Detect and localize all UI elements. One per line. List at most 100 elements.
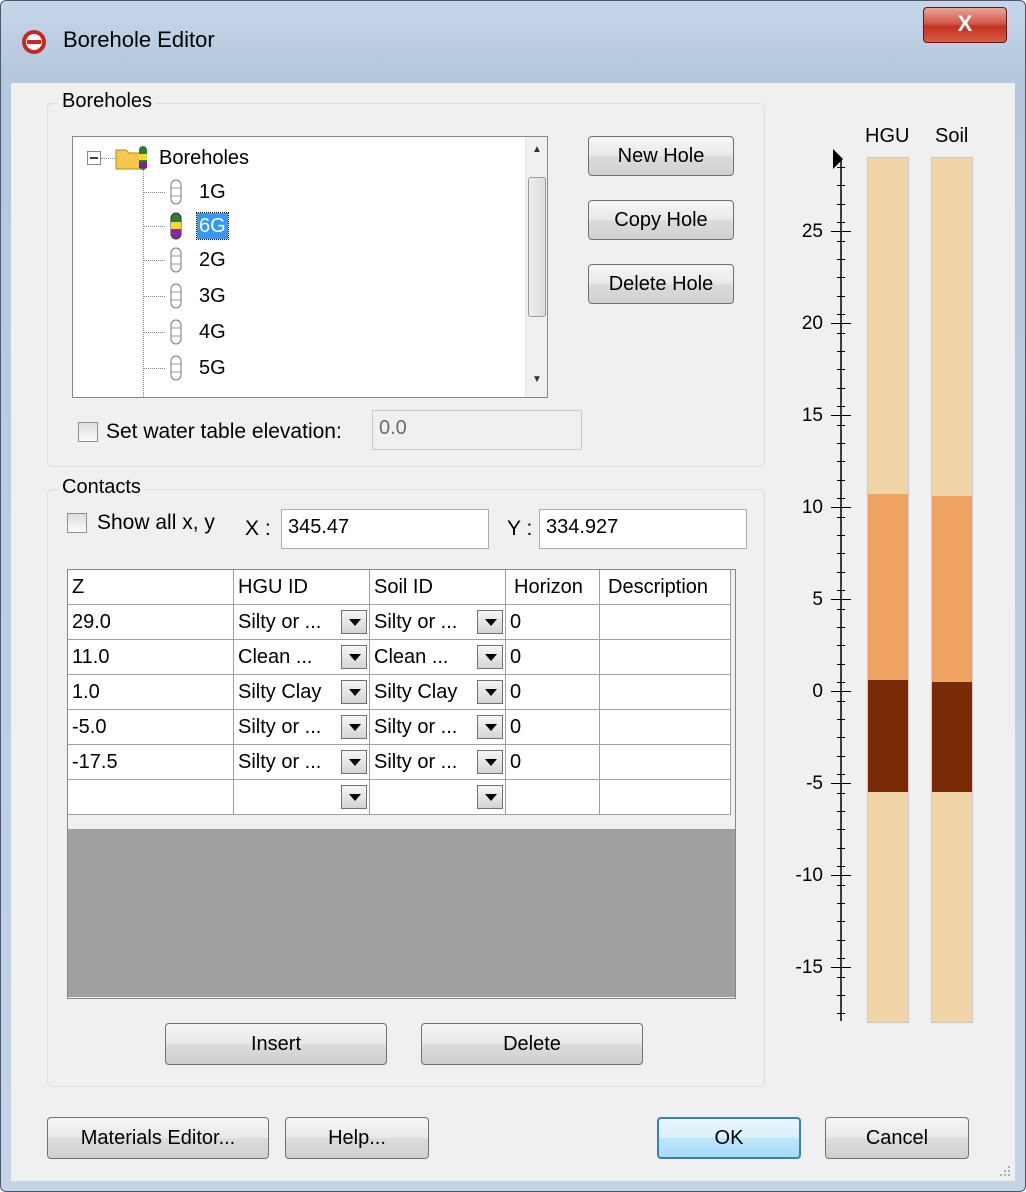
x-coordinate-input[interactable]: 345.47: [281, 509, 489, 549]
hgu-cell[interactable]: [233, 779, 370, 815]
dropdown-arrow-icon[interactable]: [341, 680, 367, 704]
app-icon: [22, 30, 46, 54]
close-button[interactable]: X: [923, 7, 1007, 43]
z-cell[interactable]: -5.0: [67, 709, 234, 745]
tree-item-label: 1G: [199, 181, 226, 203]
z-cell[interactable]: [67, 779, 234, 815]
description-cell[interactable]: [599, 709, 731, 745]
dropdown-arrow-icon[interactable]: [477, 750, 503, 774]
hgu-value: Clean ...: [238, 646, 313, 668]
horizon-cell[interactable]: 0: [505, 674, 600, 710]
table-row[interactable]: 11.0 Clean ... Clean ... 0: [67, 639, 731, 675]
soil-combo[interactable]: Silty or ...: [374, 746, 505, 779]
soil-combo[interactable]: Clean ...: [374, 641, 505, 674]
description-cell[interactable]: [599, 674, 731, 710]
cancel-button[interactable]: Cancel: [825, 1117, 969, 1159]
horizon-cell[interactable]: [505, 779, 600, 815]
table-row-new[interactable]: [67, 779, 731, 815]
water-table-checkbox[interactable]: [78, 422, 98, 442]
column-header-z[interactable]: Z: [67, 569, 234, 605]
dropdown-arrow-icon[interactable]: [477, 680, 503, 704]
soil-combo[interactable]: Silty or ...: [374, 711, 505, 744]
soil-combo[interactable]: [374, 781, 505, 814]
description-cell[interactable]: [599, 744, 731, 780]
hgu-column[interactable]: [867, 157, 909, 1023]
scroll-thumb[interactable]: [528, 177, 546, 317]
soil-cell[interactable]: [369, 779, 506, 815]
description-cell[interactable]: [599, 779, 731, 815]
ok-button[interactable]: OK: [657, 1117, 801, 1159]
scroll-down-icon[interactable]: ▼: [526, 369, 547, 391]
hgu-combo[interactable]: Silty or ...: [238, 746, 369, 779]
hgu-cell[interactable]: Clean ...: [233, 639, 370, 675]
help-button[interactable]: Help...: [285, 1117, 429, 1159]
table-row[interactable]: 1.0 Silty Clay Silty Clay 0: [67, 674, 731, 710]
hgu-combo[interactable]: Silty Clay: [238, 676, 369, 709]
horizon-cell[interactable]: 0: [505, 604, 600, 640]
scroll-up-icon[interactable]: ▲: [526, 139, 547, 161]
dropdown-arrow-icon[interactable]: [341, 785, 367, 809]
insert-button[interactable]: Insert: [165, 1023, 387, 1065]
layer-silty-or: [868, 158, 908, 494]
table-row[interactable]: -17.5 Silty or ... Silty or ... 0: [67, 744, 731, 780]
column-header-soil-id[interactable]: Soil ID: [369, 569, 506, 605]
title-bar[interactable]: Borehole Editor X: [1, 1, 1025, 81]
hgu-value: Silty or ...: [238, 716, 322, 738]
dropdown-arrow-icon[interactable]: [477, 785, 503, 809]
dropdown-arrow-icon[interactable]: [341, 610, 367, 634]
tree-scrollbar[interactable]: ▲ ▼: [525, 137, 547, 397]
horizon-cell[interactable]: 0: [505, 639, 600, 675]
dropdown-arrow-icon[interactable]: [477, 645, 503, 669]
column-header-description[interactable]: Description: [599, 569, 731, 605]
hgu-combo[interactable]: Silty or ...: [238, 606, 369, 639]
soil-combo[interactable]: Silty or ...: [374, 606, 505, 639]
table-row[interactable]: 29.0 Silty or ... Silty or ... 0: [67, 604, 731, 640]
dropdown-arrow-icon[interactable]: [477, 610, 503, 634]
dropdown-arrow-icon[interactable]: [341, 750, 367, 774]
soil-column[interactable]: [931, 157, 973, 1023]
soil-combo[interactable]: Silty Clay: [374, 676, 505, 709]
copy-hole-button[interactable]: Copy Hole: [588, 200, 734, 240]
show-all-xy-checkbox[interactable]: [67, 513, 87, 533]
dropdown-arrow-icon[interactable]: [341, 645, 367, 669]
dropdown-arrow-icon[interactable]: [477, 715, 503, 739]
delete-hole-button[interactable]: Delete Hole: [588, 264, 734, 304]
soil-cell[interactable]: Silty or ...: [369, 604, 506, 640]
borehole-icon: [170, 247, 182, 273]
soil-cell[interactable]: Silty Clay: [369, 674, 506, 710]
horizon-cell[interactable]: 0: [505, 709, 600, 745]
description-cell[interactable]: [599, 639, 731, 675]
ruler-minor-tick: [837, 480, 845, 481]
hgu-combo[interactable]: Silty or ...: [238, 711, 369, 744]
hgu-cell[interactable]: Silty or ...: [233, 604, 370, 640]
dropdown-arrow-icon[interactable]: [341, 715, 367, 739]
horizon-cell[interactable]: 0: [505, 744, 600, 780]
water-table-input[interactable]: 0.0: [372, 410, 582, 450]
hgu-cell[interactable]: Silty Clay: [233, 674, 370, 710]
soil-cell[interactable]: Silty or ...: [369, 709, 506, 745]
soil-cell[interactable]: Clean ...: [369, 639, 506, 675]
z-cell[interactable]: 1.0: [67, 674, 234, 710]
hgu-combo[interactable]: [238, 781, 369, 814]
tree-guide-line: [143, 167, 144, 397]
z-cell[interactable]: -17.5: [67, 744, 234, 780]
collapse-icon[interactable]: [87, 151, 101, 165]
column-header-horizon[interactable]: Horizon: [505, 569, 600, 605]
column-header-hgu-id[interactable]: HGU ID: [233, 569, 370, 605]
hgu-combo[interactable]: Clean ...: [238, 641, 369, 674]
z-cell[interactable]: 11.0: [67, 639, 234, 675]
z-cell[interactable]: 29.0: [67, 604, 234, 640]
resize-grip-icon[interactable]: [997, 1163, 1011, 1177]
y-coordinate-input[interactable]: 334.927: [539, 509, 747, 549]
hgu-cell[interactable]: Silty or ...: [233, 709, 370, 745]
table-row[interactable]: -5.0 Silty or ... Silty or ... 0: [67, 709, 731, 745]
new-hole-button[interactable]: New Hole: [588, 136, 734, 176]
materials-editor-button[interactable]: Materials Editor...: [47, 1117, 269, 1159]
table-header-row: Z HGU ID Soil ID Horizon Description: [67, 569, 731, 605]
hgu-cell[interactable]: Silty or ...: [233, 744, 370, 780]
borehole-tree[interactable]: Boreholes 1G 6G 2G 3G 4G 5G ▲ ▼: [72, 136, 548, 398]
ruler-tick-label: -15: [795, 957, 823, 978]
soil-cell[interactable]: Silty or ...: [369, 744, 506, 780]
description-cell[interactable]: [599, 604, 731, 640]
delete-button[interactable]: Delete: [421, 1023, 643, 1065]
